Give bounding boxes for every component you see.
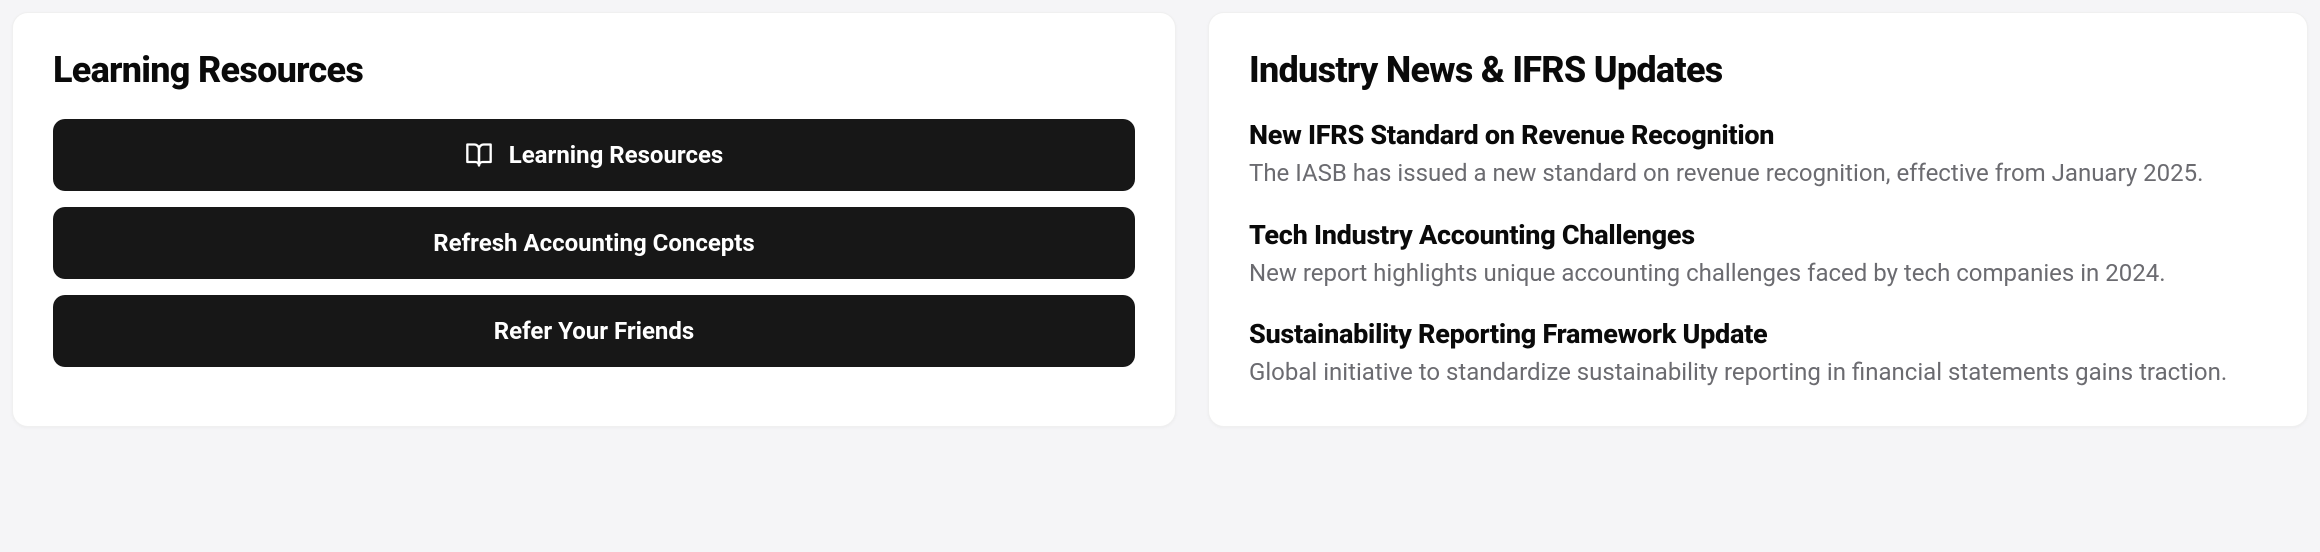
learning-resources-card: Learning Resources Learning Resources Re… xyxy=(12,12,1176,427)
news-item: Tech Industry Accounting Challenges New … xyxy=(1249,219,2267,291)
news-item-desc: The IASB has issued a new standard on re… xyxy=(1249,157,2267,191)
news-list: New IFRS Standard on Revenue Recognition… xyxy=(1249,119,2267,390)
industry-news-card: Industry News & IFRS Updates New IFRS St… xyxy=(1208,12,2308,427)
button-label: Refresh Accounting Concepts xyxy=(433,229,754,257)
learning-resources-title: Learning Resources xyxy=(53,49,1135,91)
learning-resources-button[interactable]: Learning Resources xyxy=(53,119,1135,191)
news-item-desc: Global initiative to standardize sustain… xyxy=(1249,356,2267,390)
news-item: New IFRS Standard on Revenue Recognition… xyxy=(1249,119,2267,191)
news-item-title: New IFRS Standard on Revenue Recognition xyxy=(1249,119,2267,151)
button-label: Refer Your Friends xyxy=(494,317,694,345)
page-container: Learning Resources Learning Resources Re… xyxy=(12,12,2308,427)
refresh-concepts-button[interactable]: Refresh Accounting Concepts xyxy=(53,207,1135,279)
news-item-title: Tech Industry Accounting Challenges xyxy=(1249,219,2267,251)
button-label: Learning Resources xyxy=(509,141,724,169)
button-stack: Learning Resources Refresh Accounting Co… xyxy=(53,119,1135,367)
news-item-title: Sustainability Reporting Framework Updat… xyxy=(1249,318,2267,350)
refer-friends-button[interactable]: Refer Your Friends xyxy=(53,295,1135,367)
industry-news-title: Industry News & IFRS Updates xyxy=(1249,49,2267,91)
news-item-desc: New report highlights unique accounting … xyxy=(1249,257,2267,291)
news-item: Sustainability Reporting Framework Updat… xyxy=(1249,318,2267,390)
book-open-icon xyxy=(465,141,493,169)
